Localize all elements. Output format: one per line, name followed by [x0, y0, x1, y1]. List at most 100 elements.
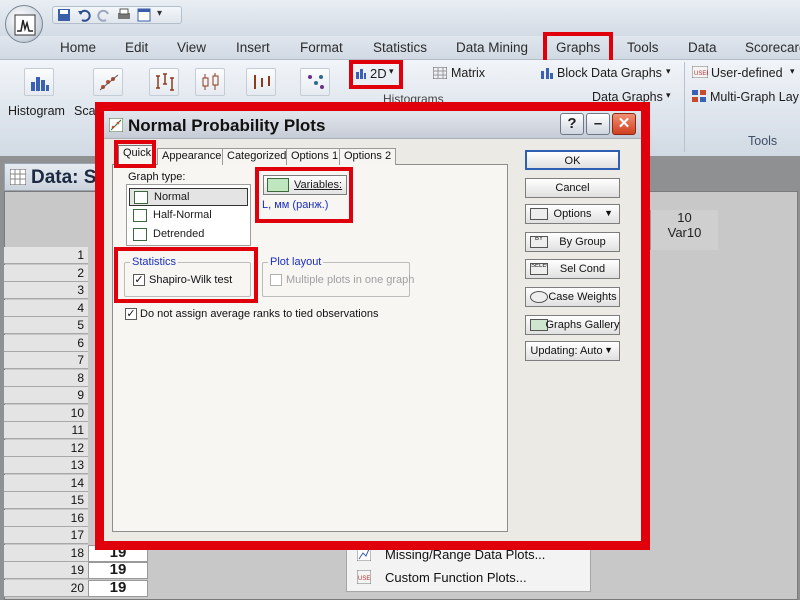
means-plot-icon[interactable] [149, 68, 179, 96]
column-header-var10[interactable]: 10 Var10 [650, 210, 718, 250]
ok-label: OK [564, 155, 581, 167]
by-group-button[interactable]: BY By Group [525, 232, 620, 252]
close-button[interactable]: ✕ [612, 113, 636, 135]
tab-options-1[interactable]: Options 1 [286, 148, 344, 165]
spreadsheet-icon [10, 169, 26, 185]
help-button[interactable]: ? [560, 113, 584, 135]
row-header[interactable]: 5 [4, 317, 88, 334]
ribbon-separator [684, 62, 685, 152]
user-defined-dropdown-icon[interactable]: ▾ [790, 66, 795, 77]
histogram-label[interactable]: Histogram [8, 104, 65, 118]
detrended-plot-icon [133, 228, 147, 241]
user-defined-icon: USER [691, 65, 711, 81]
qat-customize-icon[interactable]: ▾ [157, 8, 173, 22]
boxplot-icon[interactable] [195, 68, 225, 96]
graphs-gallery-button[interactable]: Graphs Gallery [525, 315, 620, 335]
row-header[interactable]: 13 [4, 457, 88, 474]
tab-home[interactable]: Home [60, 40, 96, 55]
row-header[interactable]: 10 [4, 404, 88, 422]
ok-button[interactable]: OK [525, 150, 620, 170]
half-normal-plot-icon [133, 209, 147, 222]
table-cell[interactable]: 19 [88, 579, 148, 597]
graph-type-detrended[interactable]: Detrended [129, 226, 248, 244]
matrix-button[interactable]: Matrix [451, 66, 485, 80]
block-data-icon [540, 67, 554, 82]
scatterplot-icon[interactable] [93, 68, 123, 96]
row-header[interactable]: 15 [4, 492, 88, 509]
tab-options-2[interactable]: Options 2 [339, 148, 397, 165]
dialog-title: Normal Probability Plots [128, 116, 326, 135]
options-dropdown-icon: ▼ [604, 208, 613, 218]
variables-value: L, мм (ранж.) [262, 199, 329, 211]
sel-cond-button[interactable]: SELECT CASESSel Cond [525, 259, 620, 279]
graph-type-half-normal[interactable]: Half-Normal [129, 207, 248, 225]
row-header[interactable]: 2 [4, 264, 88, 282]
plot-layout-group-label: Plot layout [268, 256, 324, 268]
tab-categorized[interactable]: Categorized [222, 148, 292, 165]
cancel-button[interactable]: Cancel [525, 178, 620, 198]
column-name: Var10 [667, 225, 702, 240]
row-header[interactable]: 3 [4, 282, 88, 299]
row-header[interactable]: 16 [4, 509, 88, 527]
row-header[interactable]: 4 [4, 299, 88, 317]
tab-insert[interactable]: Insert [236, 40, 270, 55]
row-header[interactable]: 18 [4, 544, 88, 562]
save-icon[interactable] [57, 8, 73, 22]
block-data-graphs-button[interactable]: Block Data Graphs [557, 66, 662, 80]
row-header[interactable]: 12 [4, 439, 88, 457]
graph-type-normal[interactable]: Normal [129, 188, 248, 206]
row-header[interactable]: 6 [4, 334, 88, 352]
multi-graph-button[interactable]: Multi-Graph Lay [710, 90, 799, 104]
graph-type-half-normal-label: Half-Normal [153, 209, 212, 221]
row-header[interactable]: 9 [4, 387, 88, 404]
row-header[interactable]: 20 [4, 579, 88, 597]
custom-function-icon: USER [357, 570, 371, 584]
user-defined-button[interactable]: User-defined [711, 66, 783, 80]
tied-obs-label[interactable]: Do not assign average ranks to tied obse… [140, 308, 378, 320]
tab-format[interactable]: Format [300, 40, 343, 55]
dialog-graph-icon [109, 118, 123, 132]
multiple-plots-checkbox [270, 274, 282, 286]
row-header[interactable]: 11 [4, 422, 88, 439]
row-header[interactable]: 19 [4, 562, 88, 579]
data-graphs-dropdown-icon[interactable]: ▾ [666, 90, 671, 101]
row-header[interactable]: 8 [4, 369, 88, 387]
options-button[interactable]: Options ▼ [525, 204, 620, 224]
table-cell[interactable]: 19 [88, 562, 148, 579]
tab-data[interactable]: Data [688, 40, 717, 55]
graphs-gallery-label: Graphs Gallery [545, 319, 620, 331]
tab-edit[interactable]: Edit [125, 40, 148, 55]
tools-group-label: Tools [748, 134, 778, 148]
row-header[interactable]: 1 [4, 247, 88, 264]
sel-cond-label: Sel Cond [559, 263, 606, 275]
minimize-button[interactable]: – [586, 113, 610, 135]
column-index: 10 [677, 210, 692, 225]
custom-function-plots-item[interactable]: Custom Function Plots... [385, 570, 527, 585]
print-icon[interactable] [117, 8, 133, 22]
histogram-icon[interactable] [24, 68, 54, 96]
tab-view[interactable]: View [177, 40, 206, 55]
row-header[interactable]: 17 [4, 527, 88, 544]
tab-tools[interactable]: Tools [627, 40, 659, 55]
redo-icon[interactable] [97, 8, 113, 22]
updating-dropdown[interactable]: Updating: Auto ▼ [525, 341, 620, 361]
app-menu-button[interactable] [5, 5, 43, 43]
row-header[interactable]: 7 [4, 352, 88, 369]
tab-statistics[interactable]: Statistics [373, 40, 427, 55]
case-weights-button[interactable]: Case Weights [525, 287, 620, 307]
twod-highlight [349, 60, 403, 89]
window-icon[interactable] [137, 8, 153, 22]
undo-icon[interactable] [77, 8, 93, 22]
svg-text:USER: USER [694, 71, 708, 77]
cancel-label: Cancel [555, 182, 590, 194]
tab-appearance[interactable]: Appearance [157, 148, 227, 165]
range-plot-icon[interactable] [246, 68, 276, 96]
updating-label: Updating: Auto [530, 345, 603, 357]
scatter-label[interactable]: Sca [74, 104, 96, 118]
tied-obs-checkbox[interactable]: ✓ [125, 308, 137, 320]
tab-scorecard[interactable]: Scorecard [745, 40, 800, 55]
row-header[interactable]: 14 [4, 474, 88, 492]
block-data-dropdown-icon[interactable]: ▾ [666, 66, 671, 77]
tab-data-mining[interactable]: Data Mining [456, 40, 528, 55]
scatter-matrix-icon[interactable] [300, 68, 330, 96]
